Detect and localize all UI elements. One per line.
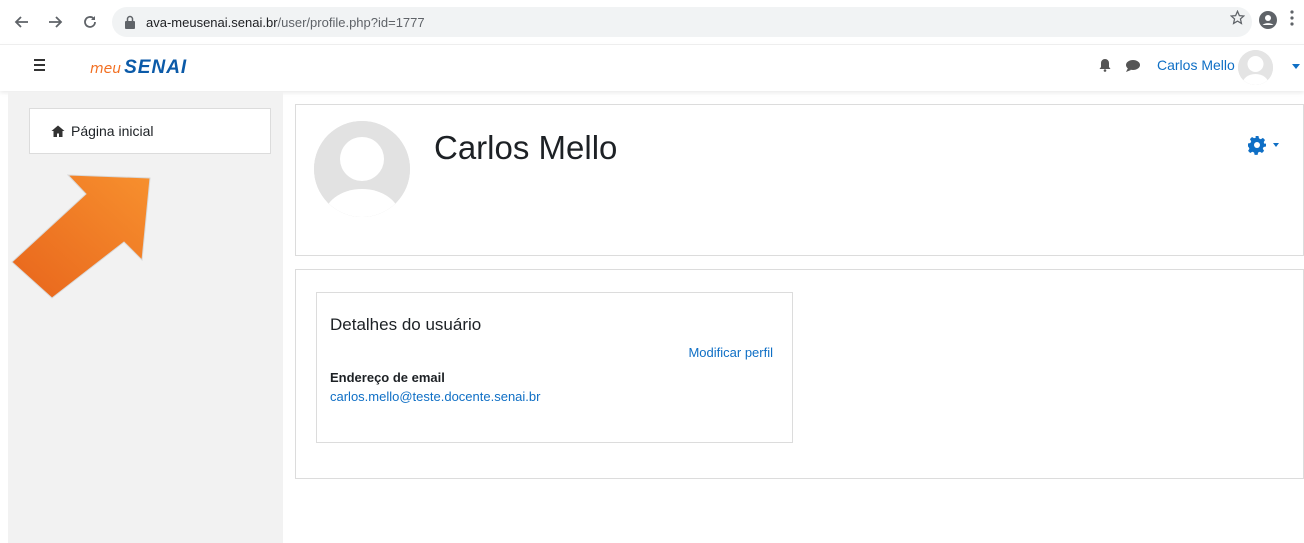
gear-icon[interactable]: [1247, 135, 1267, 155]
profile-content-card: Detalhes do usuário Modificar perfil End…: [295, 269, 1304, 479]
user-details-section: Detalhes do usuário Modificar perfil End…: [316, 292, 793, 443]
edit-profile-link[interactable]: Modificar perfil: [688, 345, 773, 360]
back-icon[interactable]: [10, 11, 32, 33]
url-host: ava-meusenai.senai.br: [146, 14, 278, 30]
menu-toggle-icon[interactable]: [30, 56, 50, 76]
more-menu-icon[interactable]: [1290, 10, 1294, 31]
lock-icon: [125, 15, 135, 29]
email-label: Endereço de email: [330, 370, 445, 385]
chevron-down-icon[interactable]: [1273, 143, 1279, 147]
section-title: Detalhes do usuário: [330, 315, 482, 334]
chevron-down-icon[interactable]: [1292, 64, 1300, 69]
chat-icon[interactable]: [1125, 59, 1141, 72]
user-menu-name[interactable]: Carlos Mello: [1157, 57, 1235, 73]
address-bar[interactable]: ava-meusenai.senai.br/user/profile.php?i…: [112, 7, 1252, 37]
logo-meu: meu: [90, 61, 122, 77]
profile-avatar: [314, 121, 410, 217]
account-icon[interactable]: [1258, 10, 1278, 35]
star-icon[interactable]: [1229, 9, 1246, 30]
home-icon: [51, 125, 65, 137]
bell-icon[interactable]: [1098, 58, 1112, 72]
site-logo[interactable]: meu SENAI: [90, 57, 187, 79]
avatar[interactable]: [1238, 50, 1273, 85]
forward-icon[interactable]: [45, 11, 67, 33]
url-path: /user/profile.php?id=1777: [277, 14, 425, 30]
orange-arrow-annotation: [11, 174, 151, 299]
page-title: Carlos Mello: [434, 129, 618, 166]
sidebar-item-label: Página inicial: [71, 123, 154, 139]
profile-header-card: Carlos Mello: [295, 104, 1304, 256]
logo-senai: SENAI: [124, 57, 188, 78]
site-navbar: meu SENAI Carlos Mello: [0, 44, 1304, 91]
reload-icon[interactable]: [79, 11, 101, 33]
email-link[interactable]: carlos.mello@teste.docente.senai.br: [330, 389, 540, 404]
browser-toolbar: ava-meusenai.senai.br/user/profile.php?i…: [0, 0, 1304, 44]
sidebar-item-home[interactable]: Página inicial: [29, 108, 271, 154]
